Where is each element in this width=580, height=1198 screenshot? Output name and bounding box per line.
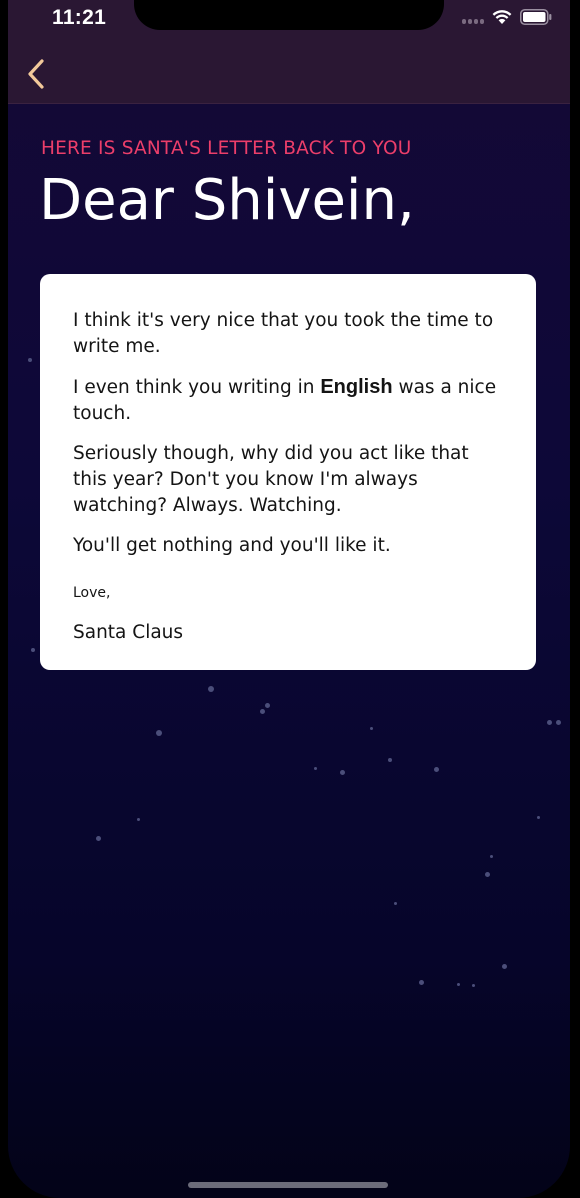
- star: [96, 836, 101, 841]
- star: [457, 983, 460, 986]
- letter-sign-off: Love,: [73, 585, 111, 601]
- status-time: 11:21: [52, 6, 107, 29]
- cellular-signal-icon: [462, 10, 484, 24]
- star: [556, 720, 561, 725]
- star: [388, 758, 392, 762]
- chevron-left-icon: [28, 59, 44, 89]
- star: [260, 709, 265, 714]
- star: [314, 767, 317, 770]
- star: [547, 720, 552, 725]
- letter-paragraph: Seriously though, why did you act like t…: [73, 443, 469, 516]
- star: [537, 816, 540, 819]
- star: [340, 770, 345, 775]
- status-icons: [462, 9, 552, 25]
- star: [472, 984, 475, 987]
- star: [394, 902, 397, 905]
- paragraph-text: I even think you writing in: [73, 377, 321, 398]
- letter-paragraph: I even think you writing in English was …: [73, 374, 504, 427]
- letter-paragraph: You'll get nothing and you'll like it.: [73, 535, 391, 556]
- language-name: English: [320, 376, 393, 398]
- letter-signature: Santa Claus: [73, 622, 184, 643]
- star: [434, 767, 439, 772]
- star: [31, 648, 35, 652]
- star: [265, 703, 270, 708]
- star: [502, 964, 507, 969]
- device-notch: [134, 0, 444, 30]
- phone-device: 11:21 HERE IS SANTA'S LETTER BACK TO YOU…: [0, 0, 580, 1198]
- letter-card: I think it's very nice that you took the…: [40, 274, 536, 670]
- navigation-bar: 11:21: [8, 0, 570, 104]
- battery-icon: [520, 9, 552, 25]
- letter-subtitle: HERE IS SANTA'S LETTER BACK TO YOU: [41, 138, 412, 159]
- star: [485, 872, 490, 877]
- back-button[interactable]: [22, 56, 54, 92]
- star: [490, 855, 493, 858]
- letter-paragraph: I think it's very nice that you took the…: [73, 310, 494, 357]
- wifi-icon: [492, 10, 512, 24]
- star: [28, 358, 32, 362]
- star: [208, 686, 214, 692]
- home-indicator[interactable]: [188, 1182, 388, 1188]
- star: [370, 727, 373, 730]
- star: [156, 730, 162, 736]
- greeting-title: Dear Shivein,: [39, 168, 415, 233]
- app-screen: 11:21 HERE IS SANTA'S LETTER BACK TO YOU…: [8, 0, 570, 1198]
- star: [419, 980, 424, 985]
- star: [137, 818, 140, 821]
